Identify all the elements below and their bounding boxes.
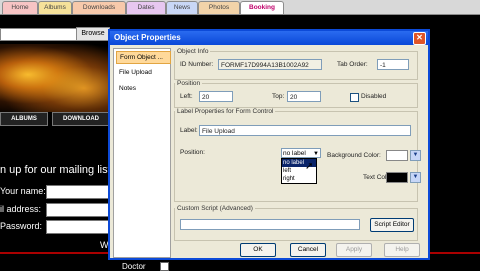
position-select[interactable]: no label ▼ (281, 148, 321, 158)
tab-order-label: Tab Order: (337, 61, 368, 68)
tab-downloads[interactable]: Downloads (72, 1, 126, 14)
custom-script-input[interactable] (180, 219, 360, 230)
password-input[interactable] (46, 220, 110, 234)
background-color-label: Background Color: (327, 152, 381, 159)
apply-button[interactable]: Apply (336, 243, 372, 257)
email-label: il address: (0, 204, 42, 214)
dialog-content: Object Info ID Number: FORMF17D994A13B10… (172, 48, 422, 248)
close-icon[interactable]: ✕ (413, 32, 426, 45)
tab-booking[interactable]: Booking (240, 1, 284, 14)
tab-albums[interactable]: Albums (38, 1, 72, 14)
property-nav: Form Object ... File Upload Notes (113, 48, 171, 258)
disabled-checkbox[interactable] (350, 93, 359, 102)
id-number-label: ID Number: (180, 61, 214, 68)
background-color-chevron-icon[interactable]: ▼ (410, 150, 421, 161)
position-legend: Position (177, 80, 201, 87)
help-button[interactable]: Help (384, 243, 420, 257)
text-color-swatch[interactable] (386, 172, 408, 183)
nav-albums[interactable]: ALBUMS (0, 112, 48, 126)
object-properties-dialog: Object Properties ✕ Form Object ... File… (108, 29, 430, 260)
top-input[interactable]: 20 (287, 91, 321, 102)
background-color-swatch[interactable] (386, 150, 408, 161)
tab-news[interactable]: News (166, 1, 198, 14)
disabled-label: Disabled (361, 93, 387, 100)
file-path-field[interactable] (0, 28, 78, 41)
top-label: Top: (272, 93, 285, 100)
nav-file-upload[interactable]: File Upload (116, 67, 169, 78)
tab-dates[interactable]: Dates (126, 1, 166, 14)
nav-form-object[interactable]: Form Object ... (116, 51, 171, 64)
cancel-button[interactable]: Cancel (290, 243, 326, 257)
label-properties-legend: Label Properties for Form Control (177, 108, 274, 115)
password-label: Password: (0, 221, 43, 231)
script-editor-button[interactable]: Script Editor (370, 218, 414, 232)
name-input[interactable] (46, 185, 110, 199)
dialog-title: Object Properties (114, 33, 181, 42)
browse-button[interactable]: Browse (76, 27, 110, 41)
mouse-cursor-icon: ➚ (305, 161, 314, 172)
custom-script-legend: Custom Script (Advanced) (177, 205, 253, 212)
left-input[interactable]: 20 (199, 91, 233, 102)
object-info-legend: Object Info (177, 48, 209, 55)
option-right[interactable]: right (282, 175, 316, 183)
label-text-input[interactable]: File Upload (199, 125, 411, 136)
mailing-list-heading: n up for our mailing list (0, 164, 111, 176)
label-text-label: Label: (180, 127, 198, 134)
id-number-field: FORMF17D994A13B1002A92 (218, 59, 322, 70)
browser-tab-bar: Home Albums Downloads Dates News Photos … (0, 0, 480, 15)
position-select-label: Position: (180, 149, 205, 156)
dialog-titlebar[interactable]: Object Properties ✕ (110, 31, 428, 45)
position-select-value: no label (283, 150, 306, 157)
tab-order-input[interactable]: -1 (377, 59, 409, 70)
ok-button[interactable]: OK (240, 243, 276, 257)
text-color-chevron-icon[interactable]: ▼ (410, 172, 421, 183)
left-label: Left: (180, 93, 193, 100)
email-input[interactable] (46, 203, 110, 217)
tab-photos[interactable]: Photos (198, 1, 240, 14)
tab-home[interactable]: Home (2, 1, 38, 14)
name-label: Your name: (0, 186, 46, 196)
banner-image (0, 44, 112, 112)
nav-notes[interactable]: Notes (116, 83, 169, 94)
nav-downloads[interactable]: DOWNLOAD (52, 112, 110, 126)
